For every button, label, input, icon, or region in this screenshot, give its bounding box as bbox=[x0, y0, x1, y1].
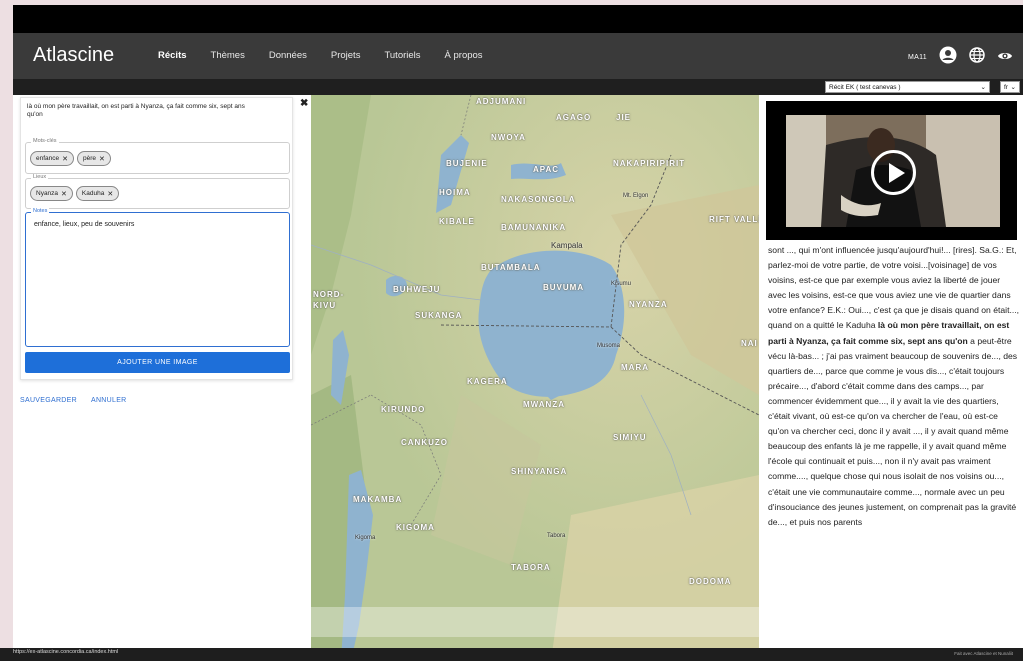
close-icon[interactable]: ✕ bbox=[61, 190, 67, 198]
close-icon[interactable]: ✕ bbox=[62, 155, 68, 163]
keywords-field[interactable]: Mots-clés enfance ✕ père ✕ bbox=[25, 138, 290, 174]
annotation-card: là où mon père travaillait, on est parti… bbox=[20, 97, 293, 380]
close-icon[interactable]: ✕ bbox=[107, 190, 113, 198]
chevron-down-icon: ⌄ bbox=[980, 84, 986, 91]
language-select[interactable]: fr ⌄ bbox=[1000, 81, 1020, 93]
close-icon[interactable]: ✕ bbox=[99, 155, 105, 163]
map-label: ADJUMANI bbox=[476, 97, 527, 106]
map-label: BAMUNANIKA bbox=[501, 223, 567, 232]
eye-icon[interactable] bbox=[997, 49, 1013, 67]
top-black-bar bbox=[13, 5, 1023, 33]
story-select[interactable]: Récit EK ( test canevas ) ⌄ bbox=[825, 81, 990, 93]
notes-legend: Notes bbox=[31, 208, 50, 214]
place-chip-label: Nyanza bbox=[36, 190, 59, 197]
nav-link-themes[interactable]: Thèmes bbox=[211, 50, 245, 61]
chevron-down-icon: ⌄ bbox=[1010, 84, 1016, 91]
map-label: NYANZA bbox=[629, 300, 668, 309]
map-timeline-overlay bbox=[311, 607, 759, 637]
map-label: NAI bbox=[741, 339, 758, 348]
nav-links: Récits Thèmes Données Projets Tutoriels … bbox=[158, 50, 507, 61]
status-url: https://ex-atlascine.concordia.ca/index.… bbox=[13, 649, 119, 655]
map-label: SIMIYU bbox=[613, 433, 647, 442]
map-label: MARA bbox=[621, 363, 649, 372]
place-chip[interactable]: Kaduha ✕ bbox=[75, 186, 120, 201]
nav-link-apropos[interactable]: À propos bbox=[445, 50, 483, 61]
story-select-value: Récit EK ( test canevas ) bbox=[829, 83, 901, 91]
map-label: MWANZA bbox=[523, 400, 565, 409]
place-chip-label: Kaduha bbox=[81, 190, 105, 197]
map-label: BUTAMBALA bbox=[481, 263, 541, 272]
transcript-text: sont ..., qui m'ont influencée jusqu'auj… bbox=[768, 243, 1020, 653]
browser-status-bar bbox=[0, 648, 1023, 661]
add-image-button[interactable]: AJOUTER UNE IMAGE bbox=[25, 352, 290, 373]
app-window: Atlascine Récits Thèmes Données Projets … bbox=[13, 5, 1023, 661]
map-label: RIFT VALLE bbox=[709, 215, 759, 224]
play-icon[interactable] bbox=[871, 150, 916, 195]
video-player[interactable] bbox=[766, 101, 1017, 240]
places-field[interactable]: Lieux Nyanza ✕ Kaduha ✕ bbox=[25, 174, 290, 209]
save-button[interactable]: SAUVEGARDER bbox=[20, 397, 77, 404]
map-label: KIGOMA bbox=[396, 523, 435, 532]
editor-actions: SAUVEGARDER ANNULER bbox=[20, 397, 127, 404]
map-label: AGAGO bbox=[556, 113, 592, 122]
globe-icon[interactable] bbox=[969, 47, 985, 68]
map-label: BUHWEJU bbox=[393, 285, 441, 294]
story-toolbar: Récit EK ( test canevas ) ⌄ fr ⌄ bbox=[13, 79, 1023, 95]
nav-link-donnees[interactable]: Données bbox=[269, 50, 307, 61]
brand-logo[interactable]: Atlascine bbox=[33, 44, 114, 67]
map-label: MAKAMBA bbox=[353, 495, 403, 504]
cancel-button[interactable]: ANNULER bbox=[91, 397, 127, 404]
map-label: NWOYA bbox=[491, 133, 526, 142]
map-canvas[interactable]: ADJUMANI AGAGO JIE NWOYA BUJENIE APAC NA… bbox=[311, 95, 759, 661]
user-name[interactable]: MA11 bbox=[908, 54, 927, 61]
user-icon[interactable] bbox=[939, 46, 957, 69]
map-label: CANKUZO bbox=[401, 438, 448, 447]
map-label: NAKASONGOLA bbox=[501, 195, 576, 204]
top-navbar: Atlascine Récits Thèmes Données Projets … bbox=[13, 33, 1023, 79]
map-label: NORD-KIVU bbox=[313, 290, 345, 310]
annotation-editor-panel: là où mon père travaillait, on est parti… bbox=[13, 95, 311, 661]
transcript-segment: sont ..., qui m'ont influencée jusqu'auj… bbox=[768, 245, 1020, 331]
map-label: JIE bbox=[616, 113, 632, 122]
notes-text: enfance, lieux, peu de souvenirs bbox=[34, 221, 135, 228]
keyword-chip-label: enfance bbox=[36, 155, 60, 162]
nav-link-tutoriels[interactable]: Tutoriels bbox=[384, 50, 420, 61]
map-label: Kigoma bbox=[355, 535, 376, 541]
map-label: KIRUNDO bbox=[381, 405, 426, 414]
nav-link-projets[interactable]: Projets bbox=[331, 50, 361, 61]
keyword-chip-label: père bbox=[83, 155, 97, 162]
nav-link-recits[interactable]: Récits bbox=[158, 50, 187, 61]
video-frame bbox=[786, 115, 1000, 227]
map-label: HOIMA bbox=[439, 188, 471, 197]
transcript-panel: sont ..., qui m'ont influencée jusqu'auj… bbox=[759, 95, 1023, 661]
notes-textarea[interactable]: Notes enfance, lieux, peu de souvenirs bbox=[25, 208, 290, 347]
language-select-value: fr bbox=[1004, 83, 1008, 91]
map-label: BUJENIE bbox=[446, 159, 488, 168]
places-legend: Lieux bbox=[31, 174, 49, 180]
keywords-legend: Mots-clés bbox=[31, 138, 59, 144]
map-label: Kampala bbox=[551, 241, 583, 250]
keyword-chip[interactable]: père ✕ bbox=[77, 151, 111, 166]
map-label: TABORA bbox=[511, 563, 551, 572]
map-label: Tabora bbox=[547, 533, 566, 539]
map-label: Kisumu bbox=[611, 281, 632, 287]
map-label: SHINYANGA bbox=[511, 467, 568, 476]
map-label: KAGERA bbox=[467, 377, 508, 386]
map-label: APAC bbox=[533, 165, 560, 174]
place-chip[interactable]: Nyanza ✕ bbox=[30, 186, 73, 201]
selected-quote: là où mon père travaillait, on est parti… bbox=[27, 103, 245, 118]
status-credit: Fait avec Atlascine et Nunaliit bbox=[954, 651, 1013, 656]
map-label: DODOMA bbox=[689, 577, 732, 586]
map-label: Mt. Elgon bbox=[623, 193, 649, 199]
map-label: Musoma bbox=[597, 343, 621, 349]
map-label: NAKAPIRIPIRIT bbox=[613, 159, 686, 168]
keyword-chip[interactable]: enfance ✕ bbox=[30, 151, 75, 166]
map-label: BUVUMA bbox=[543, 283, 585, 292]
close-icon[interactable]: ✖ bbox=[300, 98, 308, 109]
nav-right-tools: MA11 bbox=[908, 46, 1013, 69]
map-label: SUKANGA bbox=[415, 311, 463, 320]
map-label: KIBALE bbox=[439, 217, 475, 226]
transcript-segment: a peut-être vécu là-bas... ; j'ai pas vr… bbox=[768, 335, 1018, 527]
